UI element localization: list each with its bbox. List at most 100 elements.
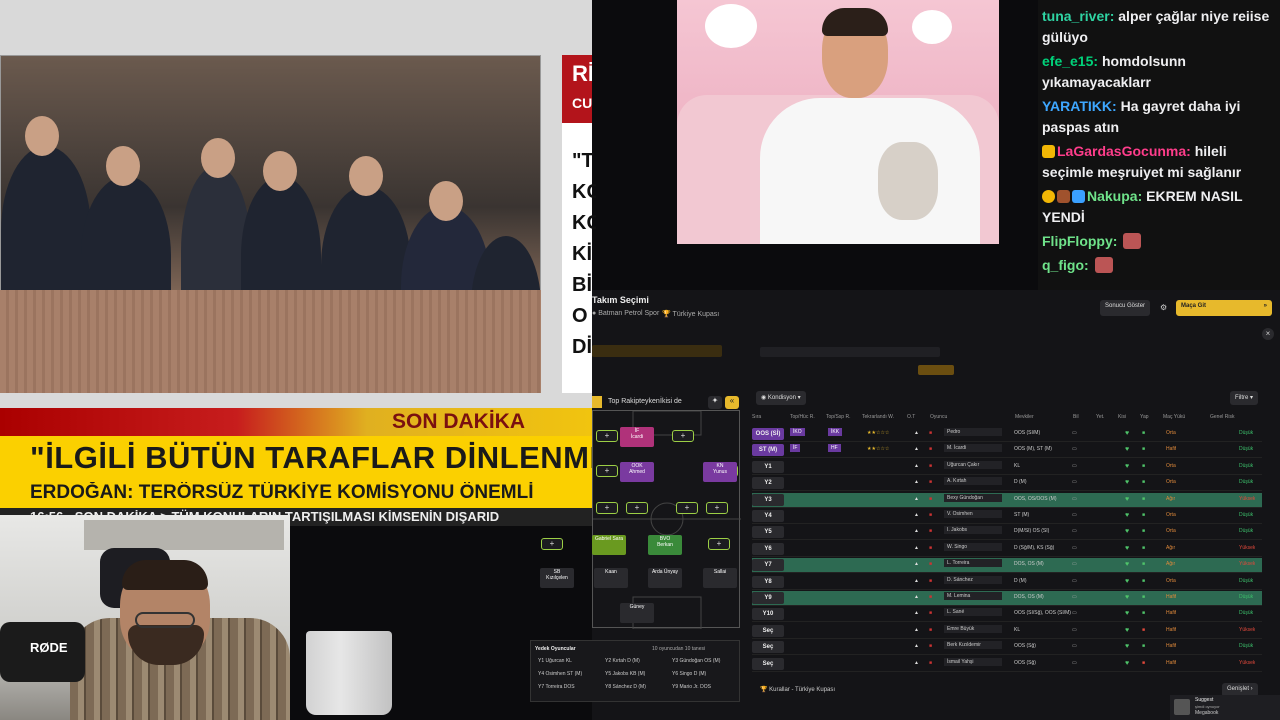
pitch-player[interactable]: Sallai xyxy=(703,568,737,588)
player-name[interactable]: M. Lemina xyxy=(944,592,1002,600)
table-row[interactable]: Y6 ▲ ■ W. Singo D (Sğ/M), KS (Sğ) ▭ ♥ ■ Ağır Yüks… xyxy=(752,542,1262,557)
position-chip[interactable]: Seç xyxy=(752,624,784,637)
club-name[interactable]: ● Batman Petrol Spor xyxy=(592,310,659,317)
chat-username[interactable]: q_figo xyxy=(1042,257,1084,273)
position-chip[interactable]: Y5 xyxy=(752,526,784,539)
chat-username[interactable]: FlipFloppy xyxy=(1042,233,1113,249)
position-chip[interactable]: Y9 xyxy=(752,592,784,604)
player-name[interactable]: L. Torreira xyxy=(944,559,1002,568)
player-name[interactable]: V. Osimhen xyxy=(944,510,1002,518)
column-header[interactable]: Mevkiler xyxy=(1015,414,1034,420)
table-row[interactable]: Seç ▲ ■ İsmail Yahşi OOS (Sğ) ▭ ♥ ■ Hafif Yüksek xyxy=(752,657,1262,672)
player-name[interactable]: M. İcardi xyxy=(944,444,1002,453)
column-header[interactable]: Maç Yükü xyxy=(1163,414,1185,420)
player-name[interactable]: Emre Büyük xyxy=(944,624,1002,633)
position-chip[interactable]: Y3 xyxy=(752,493,784,506)
formation-slot[interactable]: + xyxy=(541,538,563,550)
position-chip[interactable]: ST (M) xyxy=(752,444,784,457)
player-name[interactable]: Uğurcan Çakır xyxy=(944,460,1002,469)
pitch-player[interactable]: İF İcardi xyxy=(620,427,654,447)
tactic-dropdown[interactable] xyxy=(592,345,722,357)
filter-button[interactable]: Filtre ▾ xyxy=(1230,391,1259,405)
notification-toast[interactable]: Suggest şimdi oynuyor Megabook xyxy=(1170,695,1280,720)
table-row[interactable]: ST (M) İF HF ★★☆☆☆ ▲ ■ M. İcardi OOS (M), ST (M… xyxy=(752,443,1262,459)
player-name[interactable]: İsmail Yahşi xyxy=(944,657,1002,666)
position-chip[interactable]: Seç xyxy=(752,657,784,670)
column-header[interactable]: Oyuncu xyxy=(930,414,947,420)
position-chip[interactable]: Y6 xyxy=(752,542,784,555)
position-chip[interactable]: Y7 xyxy=(752,559,784,572)
column-header[interactable]: Bil xyxy=(1073,414,1079,420)
position-chip[interactable]: OOS (Sİ) xyxy=(752,428,784,440)
table-row[interactable]: Y3 ▲ ■ Bexy Gündoğan OOS, OS/OOS (M) ▭ ♥ ■ Ağır Y… xyxy=(752,492,1262,508)
competition-name[interactable]: 🏆 Türkiye Kupası xyxy=(662,310,719,318)
player-name[interactable]: D. Sánchez xyxy=(944,575,1002,584)
column-header[interactable]: Top/Hüc R. xyxy=(790,414,815,420)
position-chip[interactable]: Y8 xyxy=(752,575,784,588)
chat-username[interactable]: LaGardasGocunma xyxy=(1057,143,1186,159)
column-header[interactable]: Yap xyxy=(1140,414,1149,420)
gear-icon[interactable]: ⚙ xyxy=(1160,303,1167,312)
table-row[interactable]: Y4 ▲ ■ V. Osimhen ST (M) ▭ ♥ ■ Orta Düşük xyxy=(752,509,1262,524)
toolbar-chip[interactable] xyxy=(918,365,954,375)
bench-entry[interactable]: Y9 Mario Jr. DOS xyxy=(672,684,711,690)
formation-slot[interactable]: + xyxy=(708,538,730,550)
bench-entry[interactable]: Y5 Jakobs KB (M) xyxy=(605,671,645,677)
chat-username[interactable]: tuna_river xyxy=(1042,8,1110,24)
table-row[interactable]: OOS (Sİ) İKO İKK ★★☆☆☆ ▲ ■ Pedro OOS (Sİ/M) ▭ ♥ ■ O… xyxy=(752,427,1262,442)
rules-link[interactable]: 🏆 Kurallar - Türkiye Kupası xyxy=(760,686,835,693)
table-row[interactable]: Seç ▲ ■ Emre Büyük KL ▭ ♥ ■ Hafif Yüksek xyxy=(752,624,1262,639)
formation-slot[interactable]: + xyxy=(672,430,694,442)
table-row[interactable]: Y5 ▲ ■ I. Jakobs D(M/Sİ) OS (Sİ) ▭ ♥ ■ Orta Düşük xyxy=(752,525,1262,541)
column-header[interactable]: Top/Ssp R. xyxy=(826,414,850,420)
player-name[interactable]: L. Sané xyxy=(944,608,1002,617)
bench-entry[interactable]: Y2 Kırtah D (M) xyxy=(605,658,640,664)
bench-entry[interactable]: Y7 Torreira DOS xyxy=(538,684,575,690)
table-row[interactable]: Y1 ▲ ■ Uğurcan Çakır KL ▭ ♥ ■ Orta Düşük xyxy=(752,460,1262,475)
formation-slot[interactable]: + xyxy=(596,465,618,477)
bench-entry[interactable]: Y6 Singo D (M) xyxy=(672,671,706,677)
table-row[interactable]: Y7 ▲ ■ L. Torreira DOS, OS (M) ▭ ♥ ■ Ağır Yüksek xyxy=(752,558,1262,574)
pitch-player[interactable]: Arda Ünyay xyxy=(648,568,682,588)
player-name[interactable]: I. Jakobs xyxy=(944,526,1002,535)
formation-slot[interactable]: + xyxy=(596,430,618,442)
position-chip[interactable]: Y2 xyxy=(752,477,784,490)
pin-icon[interactable]: ✦ xyxy=(708,396,722,409)
table-row[interactable]: Y2 ▲ ■ A. Kırtah D (M) ▭ ♥ ■ Orta Düşük xyxy=(752,476,1262,492)
column-header[interactable]: Yet. xyxy=(1096,414,1104,420)
column-header[interactable]: Kisi xyxy=(1118,414,1126,420)
position-chip[interactable]: Y1 xyxy=(752,460,784,473)
bench-entry[interactable]: Y4 Osimhen ST (M) xyxy=(538,671,582,677)
bench-entry[interactable]: Y1 Uğurcan KL xyxy=(538,658,572,664)
chat-username[interactable]: efe_e15 xyxy=(1042,53,1093,69)
pitch-player[interactable]: Güney xyxy=(620,603,654,623)
formation-slot[interactable]: + xyxy=(626,502,648,514)
continue-button[interactable]: Maça Git » xyxy=(1176,300,1272,316)
pitch-player[interactable]: Gabriel Sara xyxy=(592,535,626,555)
tab-ikisi-de[interactable]: İkisi de xyxy=(660,398,682,405)
pitch-player[interactable]: OOK Ahmed xyxy=(620,462,654,482)
show-result-button[interactable]: Sonucu Göster xyxy=(1100,300,1151,316)
table-row[interactable]: Y10 ▲ ■ L. Sané OOS (Sİ/Sğ), OOS (Sİ/M) ▭ ♥ ■ Ha… xyxy=(752,607,1262,623)
column-header[interactable]: Genel Risk xyxy=(1210,414,1234,420)
column-header[interactable]: O.T xyxy=(907,414,915,420)
chat-username[interactable]: Nakupa xyxy=(1087,188,1138,204)
tab-top-rakipteyken[interactable]: Top Rakipteyken xyxy=(608,398,660,405)
pitch-player[interactable]: Kaan xyxy=(594,568,628,588)
position-chip[interactable]: Y4 xyxy=(752,510,784,522)
pitch-player[interactable]: BVO Berkan xyxy=(648,535,682,555)
player-name[interactable]: Pedro xyxy=(944,428,1002,436)
formation-slot[interactable]: + xyxy=(596,502,618,514)
player-name[interactable]: A. Kırtah xyxy=(944,477,1002,486)
bench-entry[interactable]: Y3 Gündoğan OS (M) xyxy=(672,658,720,664)
formation-slot[interactable]: + xyxy=(676,502,698,514)
table-row[interactable]: Y9 ▲ ■ M. Lemina DOS, OS (M) ▭ ♥ ■ Hafif Düşük xyxy=(752,591,1262,606)
pitch-player[interactable]: KN Yunus xyxy=(703,462,737,482)
player-name[interactable]: Berk Kızıldemir xyxy=(944,641,1002,650)
player-name[interactable]: W. Singo xyxy=(944,542,1002,551)
collapse-icon[interactable]: « xyxy=(725,396,739,409)
chat-username[interactable]: YARATIKK xyxy=(1042,98,1112,114)
condition-dropdown[interactable]: ◉ Kondisyon ▾ xyxy=(756,391,806,405)
position-chip[interactable]: Y10 xyxy=(752,608,784,621)
close-icon[interactable]: × xyxy=(1262,328,1274,340)
